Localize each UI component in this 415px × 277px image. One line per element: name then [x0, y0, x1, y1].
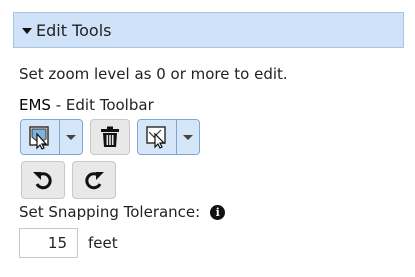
select-feature-split-button [137, 119, 200, 155]
select-feature-icon [146, 126, 166, 149]
undo-button[interactable] [21, 161, 65, 199]
zoom-hint-text: Set zoom level as 0 or more to edit. [19, 65, 288, 83]
caret-down-icon [22, 27, 32, 34]
undo-icon [33, 172, 52, 190]
panel-title: Edit Tools [36, 20, 112, 40]
snapping-tolerance-input[interactable] [19, 228, 78, 258]
edit-feature-split-button [20, 119, 83, 155]
redo-button[interactable] [72, 161, 116, 199]
snapping-unit: feet [88, 234, 118, 252]
snapping-label-text: Set Snapping Tolerance: [19, 203, 201, 221]
chevron-down-icon [66, 134, 76, 140]
toolbar-title: EMS - Edit Toolbar [19, 96, 154, 114]
edit-feature-dropdown[interactable] [60, 120, 82, 154]
redo-icon [85, 172, 104, 190]
snapping-tolerance-label: Set Snapping Tolerance: i [19, 203, 226, 221]
select-feature-dropdown[interactable] [177, 120, 199, 154]
delete-button[interactable] [90, 119, 130, 155]
edit-feature-icon [29, 126, 49, 150]
edit-tools-header[interactable]: Edit Tools [13, 12, 404, 48]
toolbar-title-text: - Edit Toolbar [50, 96, 154, 114]
edit-feature-button[interactable] [21, 120, 60, 154]
info-icon[interactable]: i [210, 204, 226, 220]
edit-tools-panel: Edit Tools Set zoom level as 0 or more t… [0, 0, 415, 277]
edit-toolbar [20, 119, 200, 155]
toolbar-prefix: EMS [19, 96, 51, 114]
undo-redo-group [21, 161, 116, 199]
select-feature-button[interactable] [138, 120, 177, 154]
trash-icon [101, 126, 119, 147]
chevron-down-icon [183, 134, 193, 140]
